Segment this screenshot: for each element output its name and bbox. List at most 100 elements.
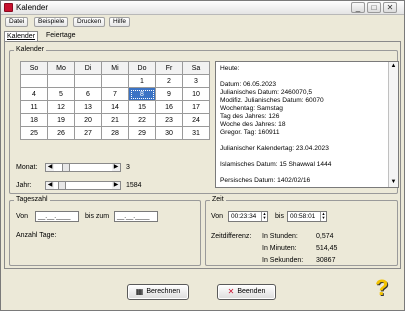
calendar-header-row: So Mo Di Mi Do Fr Sa [20,61,210,75]
calendar-day-cell[interactable]: 23 [155,113,183,127]
calendar-day-cell[interactable]: 11 [20,100,48,114]
calendar-body: 1 2 3 4 5 6 7 8 9 10 11 12 13 14 15 16 17 18 19 20 21 22 23 24 2… [20,74,210,140]
calendar-day-cell[interactable]: 13 [74,100,102,114]
berechnen-label: Berechnen [146,288,181,295]
slider-left-arrow-icon[interactable]: ◀ [46,164,54,171]
calendar-day-cell[interactable]: 6 [74,87,102,101]
window-title: Kalender [16,3,49,12]
info-textbox[interactable]: Heute: Datum: 06.05.2023 Julianisches Datu… [215,61,399,188]
calendar-day-cell[interactable]: 19 [47,113,75,127]
year-slider[interactable]: ◀ ▶ [45,181,121,190]
calendar-day-cell[interactable]: 30 [155,126,183,140]
calendar-week-row: 123 [20,74,210,88]
calendar-empty-cell [101,74,129,88]
menu-beispiele[interactable]: Beispiele [34,17,69,27]
calendar-day-cell[interactable]: 2 [155,74,183,88]
zeit-bis-input[interactable]: 00:58:01 ▲ ▼ [287,211,327,222]
tab-page-kalender: Kalender So Mo Di Mi Do Fr Sa 1234567891… [4,41,401,269]
month-value: 3 [126,164,130,171]
calendar-day-cell[interactable]: 26 [47,126,75,140]
weekday-header: Mo [47,61,75,75]
calendar-grid[interactable]: So Mo Di Mi Do Fr Sa 1 2 3 4 5 6 7 8 9 10 11 12 13 14… [20,61,210,140]
weekday-header: So [20,61,48,75]
calendar-day-cell[interactable]: 16 [155,100,183,114]
spin-arrows-icon[interactable]: ▲ ▼ [320,212,326,221]
title-bar[interactable]: Kalender _ □ ✕ [1,1,404,15]
weekday-header: Mi [101,61,129,75]
info-line: Islamisches Datum: 15 Shawwal 1444 [220,161,332,168]
weekday-header: Di [74,61,102,75]
calendar-week-row: 4 5 6 7 8 9 10 [20,87,210,101]
tab-kalender[interactable]: Kalender [4,31,39,41]
calendar-day-cell[interactable]: 27 [74,126,102,140]
beenden-label: Beenden [237,288,266,295]
calendar-day-cell[interactable]: 15 [128,100,156,114]
maximize-button[interactable]: □ [367,2,381,13]
spin-arrows-icon[interactable]: ▲ ▼ [261,212,267,221]
zeit-von-label: Von [211,213,224,220]
slider-right-arrow-icon[interactable]: ▶ [112,164,120,171]
calendar-week-row: 25 26 27 28 29 30 31 [20,126,210,140]
calendar-day-cell[interactable]: 21 [101,113,129,127]
close-button[interactable]: ✕ [383,2,397,13]
in-minuten-value: 514,45 [316,245,338,252]
calendar-day-cell[interactable]: 24 [182,113,210,127]
calendar-day-cell[interactable]: 12 [47,100,75,114]
calendar-day-cell[interactable]: 29 [128,126,156,140]
calendar-day-cell[interactable]: 3 [182,74,210,88]
in-minuten-label: In Minuten: [262,245,297,252]
tab-feiertage[interactable]: Feiertage [44,31,78,41]
calendar-day-cell[interactable]: 25 [20,126,48,140]
info-line: Wochentag: Samstag [220,105,283,112]
calendar-day-cell[interactable]: 8 [128,87,156,101]
year-slider-thumb[interactable] [58,182,66,189]
calendar-day-cell[interactable]: 31 [182,126,210,140]
tageszahl-von-input[interactable]: __.__.____ [35,211,79,222]
beenden-button[interactable]: ✕ Beenden [217,284,276,300]
zeit-von-input[interactable]: 00:23:34 ▲ ▼ [228,211,268,222]
zeit-group-title: Zeit [210,196,226,204]
calendar-day-cell[interactable]: 1 [128,74,156,88]
info-line: Tag des Jahres: 126 [220,113,280,120]
month-slider[interactable]: ◀ ▶ [45,163,121,172]
minimize-button[interactable]: _ [351,2,365,13]
berechnen-button[interactable]: ▦ Berechnen [127,284,189,300]
slider-right-arrow-icon[interactable]: ▶ [112,182,120,189]
scroll-down-icon[interactable]: ▼ [389,178,398,187]
calendar-day-cell[interactable]: 9 [155,87,183,101]
calendar-empty-cell [20,74,48,88]
calendar-week-row: 18 19 20 21 22 23 24 [20,113,210,127]
slider-left-arrow-icon[interactable]: ◀ [46,182,54,189]
help-icon[interactable]: ? [375,277,397,299]
info-line: Julianischer Kalendertag: 23.04.2023 [220,145,329,152]
info-line [220,169,386,177]
month-slider-thumb[interactable] [62,164,70,171]
calendar-day-cell[interactable]: 17 [182,100,210,114]
calendar-day-cell[interactable]: 22 [128,113,156,127]
zeitdifferenz-label: Zeitdifferenz: [211,233,252,240]
calendar-day-cell[interactable]: 7 [101,87,129,101]
info-scrollbar[interactable]: ▲ ▼ [388,62,398,187]
tageszahl-group-title: Tageszahl [14,196,50,204]
menu-hilfe[interactable]: Hilfe [109,17,131,27]
menu-bar: Datei Beispiele Drucken Hilfe [1,15,404,29]
calendar-day-cell[interactable]: 10 [182,87,210,101]
scroll-up-icon[interactable]: ▲ [389,62,398,71]
weekday-header: Sa [182,61,210,75]
calendar-empty-cell [74,74,102,88]
menu-drucken[interactable]: Drucken [73,17,106,27]
calendar-day-cell[interactable]: 28 [101,126,129,140]
info-lines: Heute: Datum: 06.05.2023 Julianisches Datu… [220,65,386,185]
calendar-day-cell[interactable]: 14 [101,100,129,114]
calendar-day-cell[interactable]: 18 [20,113,48,127]
anzahl-tage-label: Anzahl Tage: [16,232,57,239]
kalender-group: Kalender So Mo Di Mi Do Fr Sa 1234567891… [9,46,399,194]
tageszahl-bis-input[interactable]: __.__.____ [114,211,158,222]
main-window: Kalender _ □ ✕ Datei Beispiele Drucken H… [0,0,405,311]
calendar-day-cell[interactable]: 4 [20,87,48,101]
calendar-day-cell[interactable]: 20 [74,113,102,127]
calculator-icon: ▦ [135,287,144,296]
calendar-day-cell[interactable]: 5 [47,87,75,101]
info-line: Modifiz. Julianisches Datum: 60070 [220,97,324,104]
menu-datei[interactable]: Datei [5,17,29,27]
